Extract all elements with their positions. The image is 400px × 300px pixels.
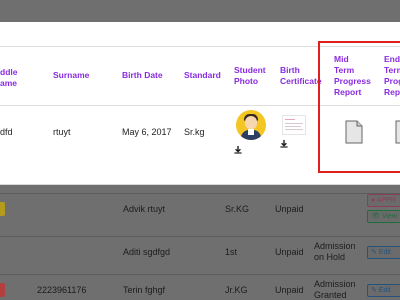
column-student-photo: Student Photo bbox=[234, 65, 266, 86]
student-photo[interactable] bbox=[236, 110, 266, 140]
download-icon[interactable] bbox=[234, 146, 242, 154]
student-name: Terin fghgf bbox=[123, 285, 166, 295]
surname-cell: rtuyt bbox=[53, 127, 71, 137]
fee-status: Unpaid bbox=[275, 285, 304, 295]
middle-name-cell: dfd bbox=[0, 127, 13, 137]
student-standard: Sr.KG bbox=[225, 204, 250, 214]
admission-status: Admission on Hold bbox=[314, 241, 356, 262]
table-row: 2223961176 Terin fghgf Jr.KG Unpaid Admi… bbox=[0, 274, 400, 300]
column-birth-date: Birth Date bbox=[122, 70, 163, 80]
birth-date-cell: May 6, 2017 bbox=[122, 127, 172, 137]
admission-status: Admission Granted bbox=[314, 279, 356, 300]
phone-number: 2223961176 bbox=[37, 285, 87, 295]
column-middle-name: ddle ame bbox=[0, 67, 18, 88]
highlight-box bbox=[318, 41, 400, 173]
student-name: Advik rtuyt bbox=[123, 204, 166, 214]
edit-button[interactable]: ✎ Edit bbox=[367, 246, 400, 259]
fee-status: Unpaid bbox=[275, 204, 304, 214]
student-standard: Jr.KG bbox=[225, 285, 248, 295]
birth-certificate-thumbnail[interactable] bbox=[282, 115, 306, 135]
fee-status: Unpaid bbox=[275, 247, 304, 257]
download-icon[interactable] bbox=[280, 140, 288, 148]
student-standard: 1st bbox=[225, 247, 238, 257]
column-standard: Standard bbox=[184, 70, 221, 80]
standard-cell: Sr.kg bbox=[184, 127, 205, 137]
row-marker bbox=[0, 283, 5, 297]
row-marker bbox=[0, 202, 5, 216]
approve-button[interactable]: ● APPR bbox=[367, 194, 400, 207]
table-row: Advik rtuyt Sr.KG Unpaid ● APPR 👁 View bbox=[0, 193, 400, 224]
column-surname: Surname bbox=[53, 70, 90, 80]
view-button[interactable]: 👁 View bbox=[367, 210, 400, 223]
student-name: Aditi sgdfgd bbox=[123, 247, 171, 257]
edit-button[interactable]: ✎ Edit bbox=[367, 284, 400, 297]
column-birth-certificate: Birth Certificate bbox=[280, 65, 322, 86]
table-row: Aditi sgdfgd 1st Unpaid Admission on Hol… bbox=[0, 236, 400, 267]
